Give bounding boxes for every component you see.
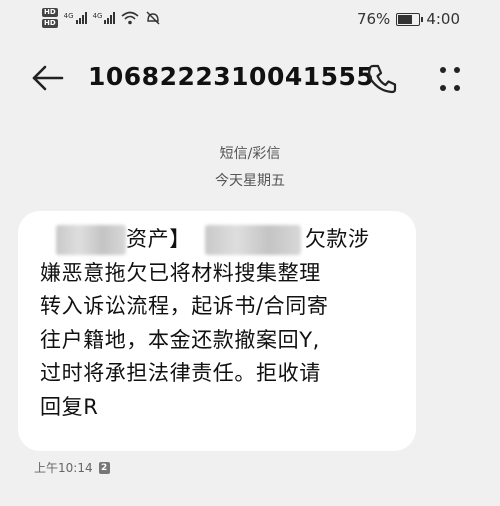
conversation-header: 1068222310041555 [0, 50, 500, 106]
channel-label: 短信/彩信 [219, 146, 281, 162]
message-text: 资产】 欠款涉 嫌恶意拖欠已将材料搜集整理 转入诉讼流程，起诉书/合同寄 往户籍地… [40, 223, 398, 424]
wifi-icon [121, 11, 139, 25]
phone-icon [368, 64, 397, 94]
clock: 4:00 [426, 10, 460, 28]
status-right: 76% 4:00 [357, 10, 460, 28]
call-button[interactable] [364, 62, 400, 96]
signal-icon: 4G [64, 12, 87, 24]
alarm-off-icon [146, 11, 160, 25]
battery-percent: 76% [356, 10, 391, 28]
signal-icon-2: 4G [93, 12, 116, 24]
status-bar: HD HD 4G 4G 76% 4:00 [0, 0, 500, 38]
message-line-1: 资产】 欠款涉 [40, 223, 398, 257]
contact-number: 1068222310041555 [88, 62, 375, 91]
hd-badge-2: HD [42, 19, 58, 28]
network-type-2: 4G [92, 12, 103, 20]
redacted-sender [56, 225, 126, 255]
date-separator: 今天星期五 [215, 173, 285, 189]
back-button[interactable] [30, 62, 66, 94]
message-line-6: 回复R [40, 394, 99, 419]
message-line-3: 转入诉讼流程，起诉书/合同寄 [40, 294, 329, 318]
status-left: HD HD 4G 4G [42, 8, 161, 28]
message-line-4: 往户籍地，本金还款撤案回Y, [40, 327, 320, 352]
message-meta: 上午10:14 2 [34, 459, 110, 476]
sim-2-icon: 2 [98, 461, 110, 474]
message-line-2: 嫌恶意拖欠已将材料搜集整理 [40, 260, 321, 285]
back-arrow-icon [32, 65, 64, 91]
hd-badge-1: HD [42, 8, 58, 17]
more-options-icon [440, 67, 460, 91]
redacted-name [204, 225, 301, 255]
battery-icon [396, 12, 424, 26]
more-options-button[interactable] [432, 62, 468, 96]
message-line-5: 过时将承担法律责任。拒收请 [40, 361, 321, 385]
battery-fill [398, 14, 412, 24]
hd-indicators: HD HD [42, 8, 58, 28]
message-bubble[interactable]: 资产】 欠款涉 嫌恶意拖欠已将材料搜集整理 转入诉讼流程，起诉书/合同寄 往户籍地… [18, 211, 416, 451]
message-line-1-b: 欠款涉 [304, 227, 370, 251]
message-time: 上午10:14 [34, 461, 93, 475]
network-type-1: 4G [63, 12, 74, 20]
message-line-1-a: 资产】 [126, 227, 191, 251]
